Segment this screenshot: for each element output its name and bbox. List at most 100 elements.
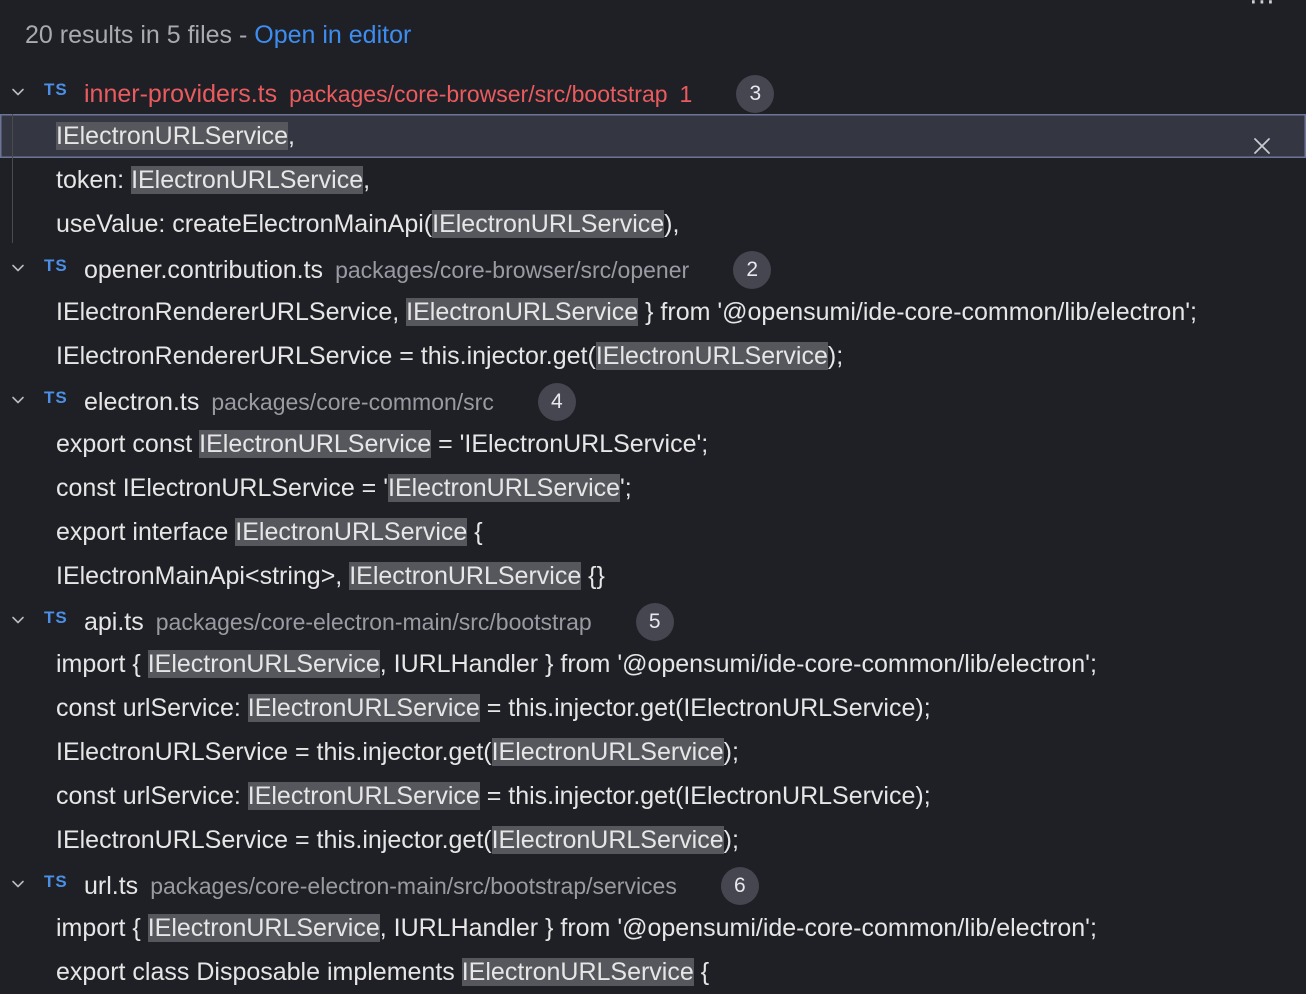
match-context-after: , IURLHandler } from '@opensumi/ide-core… bbox=[379, 914, 1097, 942]
match-context-after: {} bbox=[581, 562, 605, 590]
match-line[interactable]: const urlService: IElectronURLService = … bbox=[0, 686, 1306, 730]
file-name: opener.contribution.ts bbox=[84, 256, 324, 284]
match-context-after: ), bbox=[664, 210, 680, 238]
chevron-down-icon[interactable] bbox=[10, 84, 26, 100]
file-result-row[interactable]: TS opener.contribution.ts packages/core-br… bbox=[0, 246, 1306, 290]
match-highlight: IElectronURLService bbox=[349, 562, 582, 590]
match-line[interactable]: IElectronURLService = this.injector.get(… bbox=[0, 730, 1306, 774]
match-context-before: const IElectronURLService = ' bbox=[56, 474, 388, 502]
match-count-badge: 3 bbox=[736, 75, 775, 113]
match-highlight: IElectronURLService bbox=[147, 650, 380, 678]
match-context-before: IElectronURLService = this.injector.get( bbox=[56, 738, 492, 766]
match-highlight: IElectronURLService bbox=[247, 782, 480, 810]
match-highlight: IElectronURLService bbox=[131, 166, 364, 194]
file-path: packages/core-browser/src/bootstrap bbox=[289, 81, 668, 107]
file-path: packages/core-electron-main/src/bootstra… bbox=[155, 609, 592, 635]
search-results-tree: TS inner-providers.ts packages/core-browse… bbox=[0, 70, 1306, 994]
match-line[interactable]: const IElectronURLService = 'IElectronUR… bbox=[0, 466, 1306, 510]
match-highlight: IElectronURLService bbox=[432, 210, 665, 238]
match-line[interactable]: useValue: createElectronMainApi(IElectro… bbox=[0, 202, 1306, 246]
match-context-after: ); bbox=[723, 826, 739, 854]
match-context-after: ); bbox=[723, 738, 739, 766]
match-context-before: import { bbox=[56, 650, 148, 678]
match-context-before: IElectronMainApi<string>, bbox=[56, 562, 350, 590]
match-line[interactable]: const urlService: IElectronURLService = … bbox=[0, 774, 1306, 818]
match-line[interactable]: export interface IElectronURLService { bbox=[0, 510, 1306, 554]
file-result-row[interactable]: TS inner-providers.ts packages/core-browse… bbox=[0, 70, 1306, 114]
match-context-after: '; bbox=[620, 474, 632, 502]
match-line[interactable]: IElectronURLService = this.injector.get(… bbox=[0, 818, 1306, 862]
match-context-after: = this.injector.get(IElectronURLService)… bbox=[479, 782, 931, 810]
typescript-file-icon: TS bbox=[44, 872, 68, 891]
match-highlight: IElectronURLService bbox=[235, 518, 468, 546]
match-highlight: IElectronURLService bbox=[388, 474, 621, 502]
typescript-file-icon: TS bbox=[44, 80, 68, 99]
match-highlight: IElectronURLService bbox=[147, 914, 380, 942]
match-context-after: { bbox=[467, 518, 483, 546]
match-context-after: = this.injector.get(IElectronURLService)… bbox=[479, 694, 931, 722]
match-context-after: , IURLHandler } from '@opensumi/ide-core… bbox=[379, 650, 1097, 678]
match-highlight: IElectronURLService bbox=[491, 738, 724, 766]
match-context-before: IElectronRendererURLService, bbox=[56, 298, 407, 326]
file-name: electron.ts bbox=[84, 388, 200, 416]
chevron-down-icon[interactable] bbox=[10, 392, 26, 408]
match-context-after: } from '@opensumi/ide-core-common/lib/el… bbox=[638, 298, 1197, 326]
typescript-file-icon: TS bbox=[44, 608, 68, 627]
match-count-badge: 4 bbox=[537, 383, 576, 421]
file-path: packages/core-electron-main/src/bootstra… bbox=[150, 873, 677, 899]
file-name: url.ts bbox=[84, 872, 139, 900]
dismiss-match-icon[interactable] bbox=[1252, 126, 1272, 154]
match-context-after: = 'IElectronURLService'; bbox=[431, 430, 709, 458]
match-context-before: const urlService: bbox=[56, 782, 248, 810]
match-context-before: export interface bbox=[56, 518, 236, 546]
match-context-before: export class Disposable implements bbox=[56, 958, 462, 986]
file-name: inner-providers.ts bbox=[84, 80, 278, 108]
match-line[interactable]: token: IElectronURLService, bbox=[0, 158, 1306, 202]
more-actions-icon[interactable]: ⋯ bbox=[1249, 0, 1276, 17]
match-context-before: import { bbox=[56, 914, 148, 942]
chevron-down-icon[interactable] bbox=[10, 260, 26, 276]
match-context-before: useValue: createElectronMainApi( bbox=[56, 210, 433, 238]
match-line[interactable]: IElectronMainApi<string>, IElectronURLSe… bbox=[0, 554, 1306, 598]
match-line[interactable]: import { IElectronURLService, IURLHandle… bbox=[0, 642, 1306, 686]
match-line[interactable]: IElectronURLService, bbox=[0, 114, 1306, 158]
match-highlight: IElectronURLService bbox=[595, 342, 828, 370]
match-context-before: const urlService: bbox=[56, 694, 248, 722]
problem-count: 1 bbox=[679, 81, 693, 107]
match-highlight: IElectronURLService bbox=[247, 694, 480, 722]
match-line[interactable]: IElectronRendererURLService = this.injec… bbox=[0, 334, 1306, 378]
search-summary: 20 results in 5 files - Open in editor bbox=[25, 18, 411, 52]
open-in-editor-link[interactable]: Open in editor bbox=[254, 21, 411, 49]
match-context-after: , bbox=[288, 122, 295, 150]
match-context-after: { bbox=[693, 958, 710, 986]
typescript-file-icon: TS bbox=[44, 256, 68, 275]
match-context-before: export const bbox=[56, 430, 200, 458]
match-context-before: token: bbox=[56, 166, 132, 194]
file-name: api.ts bbox=[84, 608, 144, 636]
match-context-after: ); bbox=[827, 342, 844, 370]
match-highlight: IElectronURLService bbox=[491, 826, 724, 854]
indent-guide bbox=[12, 114, 13, 243]
chevron-down-icon[interactable] bbox=[10, 876, 26, 892]
match-line[interactable]: export class Disposable implements IElec… bbox=[0, 950, 1306, 994]
typescript-file-icon: TS bbox=[44, 388, 68, 407]
file-path: packages/core-browser/src/opener bbox=[335, 257, 690, 283]
results-count: 20 results in 5 files - bbox=[25, 21, 255, 49]
file-result-row[interactable]: TS electron.ts packages/core-common/src 4 bbox=[0, 378, 1306, 422]
match-count-badge: 6 bbox=[720, 867, 759, 905]
file-path: packages/core-common/src bbox=[211, 389, 494, 415]
match-highlight: IElectronURLService bbox=[56, 122, 289, 150]
match-line[interactable]: import { IElectronURLService, IURLHandle… bbox=[0, 906, 1306, 950]
match-highlight: IElectronURLService bbox=[461, 958, 694, 986]
match-context-before: IElectronRendererURLService = this.injec… bbox=[56, 342, 596, 370]
match-highlight: IElectronURLService bbox=[199, 430, 432, 458]
match-count-badge: 2 bbox=[733, 251, 772, 289]
match-highlight: IElectronURLService bbox=[406, 298, 639, 326]
match-context-before: IElectronURLService = this.injector.get( bbox=[56, 826, 492, 854]
file-result-row[interactable]: TS url.ts packages/core-electron-main/src/… bbox=[0, 862, 1306, 906]
match-line[interactable]: export const IElectronURLService = 'IEle… bbox=[0, 422, 1306, 466]
match-context-after: , bbox=[363, 166, 371, 194]
file-result-row[interactable]: TS api.ts packages/core-electron-main/src/… bbox=[0, 598, 1306, 642]
chevron-down-icon[interactable] bbox=[10, 612, 26, 628]
match-line[interactable]: IElectronRendererURLService, IElectronUR… bbox=[0, 290, 1306, 334]
